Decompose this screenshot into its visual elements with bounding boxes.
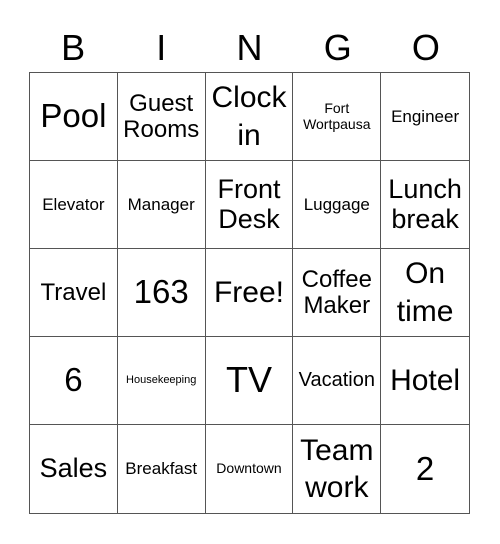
bingo-cell[interactable]: Sales <box>30 425 118 513</box>
bingo-cell[interactable]: Guest Rooms <box>117 73 206 161</box>
bingo-cell[interactable]: Team work <box>293 425 382 513</box>
bingo-cell-label: Clock in <box>211 81 287 152</box>
bingo-cell-label: Fort Wortpausa <box>303 99 371 132</box>
bingo-cell[interactable]: Manager <box>117 161 206 249</box>
bingo-cell-label: 163 <box>133 273 189 311</box>
bingo-cell-label: 2 <box>415 449 435 487</box>
bingo-cell[interactable]: Engineer <box>381 73 469 161</box>
bingo-cell-label: Vacation <box>298 369 375 392</box>
bingo-cell[interactable]: Pool <box>30 73 118 161</box>
bingo-cell[interactable]: Hotel <box>381 337 469 425</box>
bingo-cell[interactable]: Luggage <box>293 161 382 249</box>
bingo-cell-label: On time <box>396 257 454 328</box>
bingo-cell[interactable]: Front Desk <box>205 161 294 249</box>
header-letter-b: B <box>61 27 86 68</box>
bingo-cell-label: Luggage <box>303 194 370 214</box>
header-letter-g: G <box>323 27 352 68</box>
bingo-cell[interactable]: TV <box>205 337 294 425</box>
bingo-cell-label: Manager <box>127 194 195 214</box>
bingo-cell-label: Hotel <box>390 363 461 397</box>
bingo-grid: Pool Guest Rooms Clock in Fort Wortpausa Eng… <box>29 72 470 514</box>
bingo-cell[interactable]: Lunch break <box>381 161 469 249</box>
bingo-cell-label: Travel <box>40 278 107 306</box>
bingo-cell[interactable]: Housekeeping <box>117 337 206 425</box>
header-letter-n: N <box>236 27 263 68</box>
bingo-cell-label: Engineer <box>391 106 460 126</box>
bingo-cell-label: Coffee Maker <box>301 265 372 319</box>
bingo-cell[interactable]: 2 <box>381 425 469 513</box>
bingo-cell-label: Sales <box>39 453 108 484</box>
header-letter-o: O <box>411 27 440 68</box>
bingo-cell-label: Front Desk <box>217 173 281 234</box>
bingo-cell[interactable]: Travel <box>30 249 118 337</box>
bingo-cell[interactable]: 6 <box>30 337 118 425</box>
bingo-cell-label: TV <box>225 359 272 401</box>
bingo-header: B I N G O <box>29 24 470 72</box>
bingo-cell-label: Downtown <box>216 460 282 477</box>
bingo-cell[interactable]: Fort Wortpausa <box>293 73 382 161</box>
bingo-cell[interactable]: Free! <box>205 249 294 337</box>
bingo-cell-label: Elevator <box>42 194 105 214</box>
bingo-cell[interactable]: Clock in <box>205 73 294 161</box>
bingo-cell-label: Guest Rooms <box>123 89 200 143</box>
bingo-cell[interactable]: On time <box>381 249 469 337</box>
bingo-cell-label: Pool <box>40 97 107 135</box>
bingo-cell-label: Team work <box>300 433 374 505</box>
bingo-cell[interactable]: Coffee Maker <box>293 249 382 337</box>
bingo-cell[interactable]: 163 <box>117 249 206 337</box>
bingo-cell[interactable]: Vacation <box>293 337 382 425</box>
bingo-cell[interactable]: Downtown <box>206 425 294 513</box>
bingo-cell[interactable]: Breakfast <box>118 425 206 513</box>
bingo-cell-label: Free! <box>213 275 284 309</box>
header-letter-i: I <box>156 27 167 68</box>
bingo-cell-label: Breakfast <box>125 459 198 479</box>
bingo-cell-label: 6 <box>64 361 83 399</box>
bingo-cell-label: Lunch break <box>388 173 462 234</box>
bingo-cell[interactable]: Elevator <box>30 161 118 249</box>
bingo-cell-label: Housekeeping <box>126 374 197 387</box>
